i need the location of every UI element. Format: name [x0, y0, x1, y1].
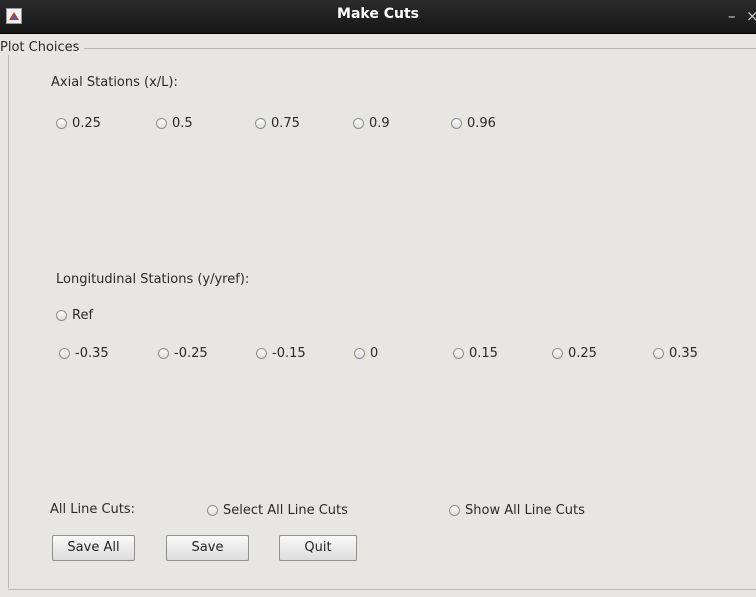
- axial-radio-1[interactable]: 0.5: [156, 116, 193, 131]
- radio-button-icon[interactable]: [158, 348, 169, 359]
- radio-button-icon[interactable]: [552, 348, 563, 359]
- axial-radio-label: 0.75: [271, 116, 300, 131]
- axial-radio-2[interactable]: 0.75: [255, 116, 300, 131]
- longitudinal-radio-5[interactable]: 0.25: [552, 346, 597, 361]
- radio-button-icon[interactable]: [56, 310, 67, 321]
- show-all-line-cuts-radio[interactable]: Show All Line Cuts: [449, 503, 585, 518]
- radio-button-icon[interactable]: [59, 348, 70, 359]
- radio-button-icon[interactable]: [353, 118, 364, 129]
- axial-radio-label: 0.9: [369, 116, 390, 131]
- axial-radio-label: 0.96: [467, 116, 496, 131]
- radio-button-icon[interactable]: [255, 118, 266, 129]
- make-cuts-window: Make Cuts – × Plot Choices Axial Station…: [0, 0, 756, 597]
- axial-radio-4[interactable]: 0.96: [451, 116, 496, 131]
- axial-radio-label: 0.5: [172, 116, 193, 131]
- radio-button-icon[interactable]: [453, 348, 464, 359]
- axial-stations-label: Axial Stations (x/L):: [51, 75, 178, 90]
- radio-button-icon[interactable]: [653, 348, 664, 359]
- longitudinal-radio-3[interactable]: 0: [354, 346, 378, 361]
- longitudinal-radio-label: 0.35: [669, 346, 698, 361]
- longitudinal-radio-1[interactable]: -0.25: [158, 346, 208, 361]
- axial-radio-0[interactable]: 0.25: [56, 116, 101, 131]
- longitudinal-radio-2[interactable]: -0.15: [256, 346, 306, 361]
- select-all-line-cuts-radio[interactable]: Select All Line Cuts: [207, 503, 348, 518]
- longitudinal-radio-label: 0.15: [469, 346, 498, 361]
- panel-bottom-divider: [8, 589, 756, 590]
- show-all-line-cuts-label: Show All Line Cuts: [465, 503, 585, 518]
- longitudinal-stations-label: Longitudinal Stations (y/yref):: [56, 272, 250, 287]
- longitudinal-radio-4[interactable]: 0.15: [453, 346, 498, 361]
- minimize-button[interactable]: –: [728, 7, 736, 25]
- radio-button-icon[interactable]: [156, 118, 167, 129]
- longitudinal-radio-label: 0: [370, 346, 379, 361]
- longitudinal-radio-label: -0.25: [174, 346, 208, 361]
- radio-button-icon[interactable]: [56, 118, 67, 129]
- longitudinal-radio-0[interactable]: -0.35: [59, 346, 109, 361]
- radio-button-icon[interactable]: [256, 348, 267, 359]
- longitudinal-radio-6[interactable]: 0.35: [653, 346, 698, 361]
- close-button[interactable]: ×: [746, 7, 756, 25]
- plot-choices-title: Plot Choices: [0, 40, 85, 55]
- longitudinal-radio-label: -0.15: [272, 346, 306, 361]
- save-all-button[interactable]: Save All: [52, 535, 135, 561]
- all-line-cuts-label: All Line Cuts:: [50, 502, 136, 517]
- quit-button[interactable]: Quit: [279, 535, 357, 561]
- axial-radio-label: 0.25: [72, 116, 101, 131]
- longitudinal-radio-label: 0.25: [568, 346, 597, 361]
- radio-button-icon[interactable]: [451, 118, 462, 129]
- radio-button-icon[interactable]: [207, 505, 218, 516]
- radio-button-icon[interactable]: [449, 505, 460, 516]
- longitudinal-radio-ref[interactable]: Ref: [56, 308, 93, 323]
- longitudinal-radio-label: Ref: [72, 308, 94, 323]
- radio-button-icon[interactable]: [354, 348, 365, 359]
- title-bar: Make Cuts – ×: [0, 0, 756, 34]
- select-all-line-cuts-label: Select All Line Cuts: [223, 503, 348, 518]
- save-button[interactable]: Save: [166, 535, 249, 561]
- longitudinal-radio-label: -0.35: [75, 346, 109, 361]
- axial-radio-3[interactable]: 0.9: [353, 116, 390, 131]
- window-title: Make Cuts: [337, 6, 419, 22]
